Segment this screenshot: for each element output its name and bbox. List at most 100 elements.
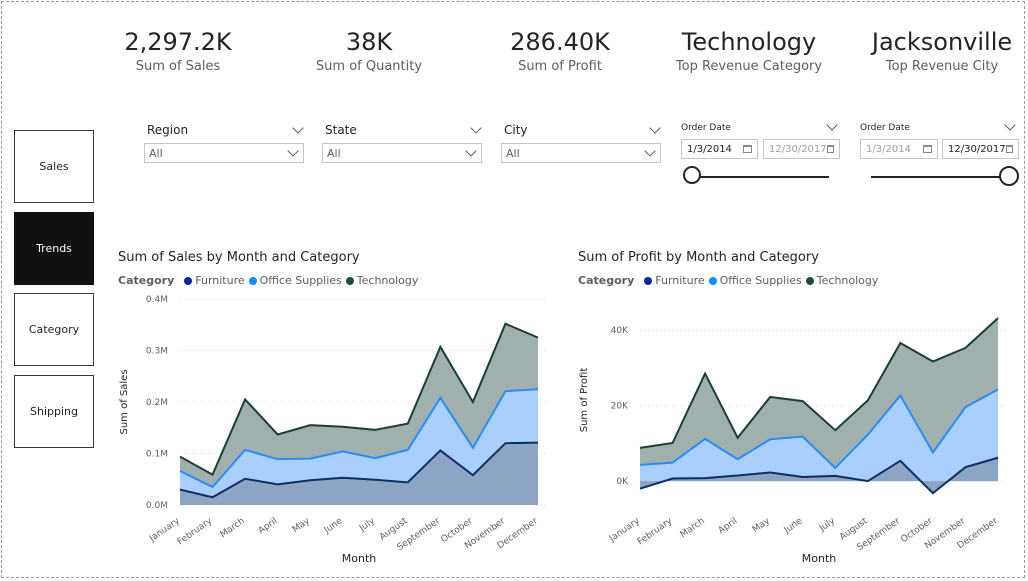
chevron-down-icon[interactable] xyxy=(470,122,482,134)
slider-track[interactable] xyxy=(871,176,1009,178)
slicer-title: Order Date xyxy=(681,123,731,133)
end-date-input[interactable]: 12/30/2017 xyxy=(942,139,1019,159)
kpi-value: Technology xyxy=(681,28,817,56)
nav-button-label: Shipping xyxy=(30,405,78,418)
legend-item[interactable]: Office Supplies xyxy=(260,274,342,287)
slider-track[interactable] xyxy=(693,176,829,178)
nav-button-label: Category xyxy=(28,323,80,336)
y-tick-label: 0K xyxy=(616,477,629,487)
nav-button-label: Sales xyxy=(39,160,69,173)
x-tick-label: July xyxy=(817,516,837,534)
sales-area-chart[interactable]: 0.0M0.1M0.2M0.3M0.4MJanuaryFebruary March… xyxy=(110,290,560,575)
state-dropdown[interactable]: All xyxy=(322,143,482,163)
y-tick-label: 0.2M xyxy=(146,398,168,408)
chevron-down-icon xyxy=(465,145,477,157)
kpi-card-sales: 2,297.2K Sum of Sales xyxy=(108,26,248,76)
chart-title: Sum of Profit by Month and Category xyxy=(578,250,819,265)
dropdown-value: All xyxy=(506,146,520,160)
nav-button-shipping[interactable]: Shipping xyxy=(14,375,94,448)
x-tick-label: June xyxy=(322,516,345,536)
legend-marker xyxy=(184,276,193,285)
y-tick-label: 0.4M xyxy=(146,295,168,305)
chart-legend: Category Furniture Office Supplies Techn… xyxy=(578,274,878,287)
nav-button-label: Trends xyxy=(36,242,72,255)
calendar-icon[interactable] xyxy=(743,145,752,153)
slicer-region: Region All xyxy=(144,121,304,163)
y-tick-label: 20K xyxy=(611,402,629,412)
legend-item[interactable]: Furniture xyxy=(195,274,244,287)
kpi-card-top-city: Jacksonville Top Revenue City xyxy=(857,26,1027,76)
legend-marker xyxy=(805,276,814,285)
x-tick-label: July xyxy=(357,516,377,534)
profit-area-chart[interactable]: 0K20K40KJanuaryFebruary March April May June… xyxy=(570,290,1020,575)
city-dropdown[interactable]: All xyxy=(501,143,661,163)
chart-title: Sum of Sales by Month and Category xyxy=(118,250,360,265)
kpi-value: 38K xyxy=(345,28,393,56)
kpi-card-profit: 286.40K Sum of Profit xyxy=(490,26,630,76)
dropdown-value: All xyxy=(149,146,163,160)
chevron-down-icon[interactable] xyxy=(292,122,304,134)
x-tick-label: February xyxy=(636,516,675,547)
legend-marker xyxy=(644,276,653,285)
legend-item[interactable]: Technology xyxy=(817,274,879,287)
kpi-card-quantity: 38K Sum of Quantity xyxy=(299,26,439,76)
chart-legend: Category Furniture Office Supplies Techn… xyxy=(118,274,418,287)
start-date-input[interactable]: 1/3/2014 xyxy=(860,139,938,159)
chevron-down-icon xyxy=(644,145,656,157)
calendar-icon[interactable] xyxy=(826,145,834,153)
slider-handle-end[interactable] xyxy=(999,166,1019,186)
slicer-title: State xyxy=(325,123,357,137)
calendar-icon[interactable] xyxy=(923,145,932,153)
date-value: 1/3/2014 xyxy=(866,143,911,155)
legend-item[interactable]: Technology xyxy=(357,274,419,287)
legend-marker xyxy=(708,276,717,285)
slicer-title: City xyxy=(504,123,528,137)
x-tick-label: March xyxy=(219,516,247,540)
y-tick-label: 40K xyxy=(611,326,629,336)
x-tick-label: February xyxy=(176,516,215,547)
y-tick-label: 0.3M xyxy=(146,347,168,357)
x-axis-title: Month xyxy=(342,552,377,565)
x-tick-label: May xyxy=(291,516,313,535)
y-tick-label: 0.0M xyxy=(146,501,168,511)
slider-handle-start[interactable] xyxy=(683,166,701,184)
end-date-input[interactable]: 12/30/2017 xyxy=(763,139,840,159)
kpi-label: Sum of Profit xyxy=(518,59,602,74)
calendar-icon[interactable] xyxy=(1005,145,1013,153)
nav-button-trends[interactable]: Trends xyxy=(14,212,94,285)
legend-marker xyxy=(248,276,257,285)
kpi-value: Jacksonville xyxy=(871,28,1013,56)
nav-button-category[interactable]: Category xyxy=(14,293,94,366)
chevron-down-icon xyxy=(287,145,299,157)
legend-marker xyxy=(345,276,354,285)
kpi-value: 286.40K xyxy=(510,28,610,56)
x-tick-label: May xyxy=(751,516,773,535)
legend-item[interactable]: Office Supplies xyxy=(720,274,802,287)
chevron-down-icon[interactable] xyxy=(649,122,661,134)
kpi-card-top-category: Technology Top Revenue Category xyxy=(664,26,834,76)
x-tick-label: June xyxy=(782,516,805,536)
y-tick-label: 0.1M xyxy=(146,450,168,460)
x-axis-title: Month xyxy=(802,552,837,565)
slicer-title: Order Date xyxy=(860,123,910,133)
slicer-state: State All xyxy=(322,121,482,163)
y-axis-title: Sum of Profit xyxy=(579,368,590,433)
region-dropdown[interactable]: All xyxy=(144,143,304,163)
legend-item[interactable]: Furniture xyxy=(655,274,704,287)
date-value: 12/30/2017 xyxy=(948,143,1006,155)
legend-title: Category xyxy=(578,274,635,287)
nav-button-sales[interactable]: Sales xyxy=(14,130,94,203)
kpi-label: Top Revenue City xyxy=(885,59,999,74)
date-value: 1/3/2014 xyxy=(687,143,732,155)
kpi-label: Sum of Sales xyxy=(135,59,221,74)
kpi-value: 2,297.2K xyxy=(124,28,232,56)
x-tick-label: April xyxy=(257,516,280,536)
x-tick-label: April xyxy=(717,516,740,536)
legend-title: Category xyxy=(118,274,175,287)
x-tick-label: March xyxy=(679,516,707,540)
kpi-label: Sum of Quantity xyxy=(315,59,423,74)
y-axis-title: Sum of Sales xyxy=(119,369,130,434)
slicer-city: City All xyxy=(501,121,661,163)
slicer-title: Region xyxy=(147,123,189,137)
start-date-input[interactable]: 1/3/2014 xyxy=(681,139,758,159)
